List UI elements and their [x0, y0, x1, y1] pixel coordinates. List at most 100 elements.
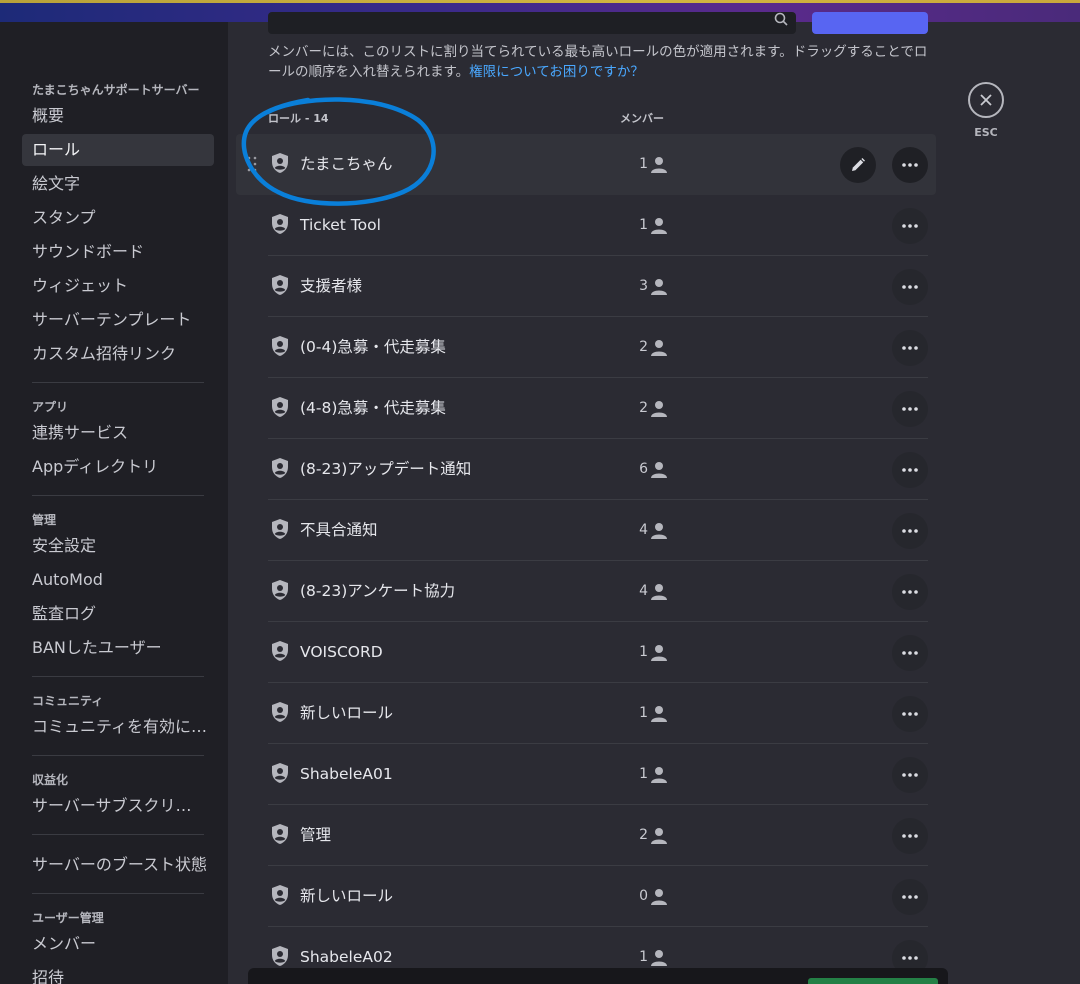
member-icon — [650, 766, 668, 783]
role-row[interactable]: 管理 2 — [236, 805, 936, 866]
role-shield-icon — [270, 152, 290, 174]
members-column-header: メンバー — [620, 112, 664, 125]
more-options-button[interactable] — [892, 574, 928, 610]
sidebar-item[interactable]: コミュニティを有効に… — [22, 711, 214, 743]
member-icon — [650, 522, 668, 539]
member-count: 2 — [639, 827, 648, 843]
sidebar-item[interactable]: メンバー — [22, 928, 214, 960]
sidebar-item[interactable]: ロール — [22, 134, 214, 166]
more-options-button[interactable] — [892, 757, 928, 793]
role-row[interactable]: Ticket Tool 1 — [236, 195, 936, 256]
search-icon — [774, 12, 788, 26]
role-row[interactable]: VOISCORD 1 — [236, 622, 936, 683]
member-count: 6 — [639, 461, 648, 477]
sidebar-item[interactable]: カスタム招待リンク — [22, 338, 214, 370]
role-row[interactable]: 不具合通知 4 — [236, 500, 936, 561]
more-options-button[interactable] — [892, 452, 928, 488]
member-icon — [650, 949, 668, 966]
role-row[interactable]: 支援者様 3 — [236, 256, 936, 317]
member-count: 2 — [639, 339, 648, 355]
member-count: 1 — [639, 705, 648, 721]
role-row[interactable]: 新しいロール 0 — [236, 866, 936, 927]
sidebar-item[interactable]: 連携サービス — [22, 417, 214, 449]
sidebar-item[interactable]: サウンドボード — [22, 236, 214, 268]
role-name: VOISCORD — [300, 643, 383, 661]
role-search-input[interactable] — [268, 12, 796, 34]
member-count: 4 — [639, 583, 648, 599]
sidebar-group-monetize: 収益化 — [32, 773, 69, 787]
more-options-button[interactable] — [892, 635, 928, 671]
role-row[interactable]: 新しいロール 1 — [236, 683, 936, 744]
member-count: 2 — [639, 400, 648, 416]
role-shield-icon — [270, 884, 290, 906]
role-shield-icon — [270, 457, 290, 479]
member-icon — [650, 644, 668, 661]
roles-column-header: ロール - 14 — [268, 112, 329, 125]
more-icon — [901, 712, 919, 716]
more-options-button[interactable] — [892, 879, 928, 915]
sidebar-item[interactable]: BANしたユーザー — [22, 632, 214, 664]
sidebar-divider — [32, 755, 204, 756]
role-name: (4-8)急募・代走募集 — [300, 399, 446, 417]
role-row[interactable]: (8-23)アンケート協力 4 — [236, 561, 936, 622]
member-count: 1 — [639, 644, 648, 660]
member-icon — [650, 339, 668, 356]
sidebar-item[interactable]: サーバーサブスクリ… — [22, 790, 214, 822]
role-shield-icon — [270, 579, 290, 601]
sidebar-item[interactable]: サーバーテンプレート — [22, 304, 214, 336]
more-icon — [901, 895, 919, 899]
more-options-button[interactable] — [892, 696, 928, 732]
member-icon — [650, 583, 668, 600]
member-count: 1 — [639, 217, 648, 233]
sidebar-item[interactable]: ウィジェット — [22, 270, 214, 302]
sidebar-divider — [32, 834, 204, 835]
sidebar-item[interactable]: 招待 — [22, 962, 214, 984]
more-icon — [901, 590, 919, 594]
more-icon — [901, 224, 919, 228]
role-row[interactable]: (0-4)急募・代走募集 2 — [236, 317, 936, 378]
role-name: 管理 — [300, 826, 332, 844]
edit-role-button[interactable] — [840, 147, 876, 183]
sidebar-item[interactable]: スタンプ — [22, 202, 214, 234]
sidebar-group-apps: アプリ — [32, 400, 69, 414]
member-count: 0 — [639, 888, 648, 904]
more-icon — [901, 468, 919, 472]
more-options-button[interactable] — [892, 269, 928, 305]
more-icon — [901, 407, 919, 411]
create-role-button[interactable] — [812, 12, 928, 34]
sidebar-item[interactable]: 監査ログ — [22, 598, 214, 630]
more-options-button[interactable] — [892, 208, 928, 244]
sidebar-item[interactable]: 安全設定 — [22, 530, 214, 562]
roles-list: たまこちゃん 1 Ticket Tool 1 支援者様 3 (0-4)急募・代走募集 2 (4-… — [236, 134, 936, 984]
drag-handle-icon[interactable] — [247, 156, 257, 172]
more-options-button[interactable] — [892, 147, 928, 183]
role-row[interactable]: たまこちゃん 1 — [236, 134, 936, 195]
close-settings[interactable]: ESC — [968, 82, 1004, 139]
more-options-button[interactable] — [892, 391, 928, 427]
member-icon — [650, 400, 668, 417]
more-options-button[interactable] — [892, 513, 928, 549]
sidebar-group-users: ユーザー管理 — [32, 911, 104, 925]
role-name: (0-4)急募・代走募集 — [300, 338, 446, 356]
sidebar-item[interactable]: 概要 — [22, 100, 214, 132]
role-row[interactable]: (8-23)アップデート通知 6 — [236, 439, 936, 500]
sidebar-item[interactable]: サーバーのブースト状態 — [22, 849, 214, 881]
more-options-button[interactable] — [892, 330, 928, 366]
role-shield-icon — [270, 335, 290, 357]
role-name: (8-23)アンケート協力 — [300, 582, 456, 600]
role-name: たまこちゃん — [300, 155, 393, 173]
role-row[interactable]: (4-8)急募・代走募集 2 — [236, 378, 936, 439]
close-button[interactable] — [968, 82, 1004, 118]
esc-label: ESC — [974, 126, 998, 139]
sidebar-item[interactable]: Appディレクトリ — [22, 451, 214, 483]
more-options-button[interactable] — [892, 818, 928, 854]
role-name: Ticket Tool — [300, 216, 381, 234]
permissions-help-link[interactable]: 権限についてお困りですか？ — [469, 64, 644, 80]
sidebar-item[interactable]: AutoMod — [22, 564, 214, 596]
role-row[interactable]: ShabeleA01 1 — [236, 744, 936, 805]
more-icon — [901, 834, 919, 838]
sidebar-item[interactable]: 絵文字 — [22, 168, 214, 200]
roles-panel: メンバーには、このリストに割り当てられている最も高いロールの色が適用されます。ド… — [228, 12, 1080, 984]
save-changes-button[interactable] — [808, 978, 938, 984]
role-name: (8-23)アップデート通知 — [300, 460, 472, 478]
